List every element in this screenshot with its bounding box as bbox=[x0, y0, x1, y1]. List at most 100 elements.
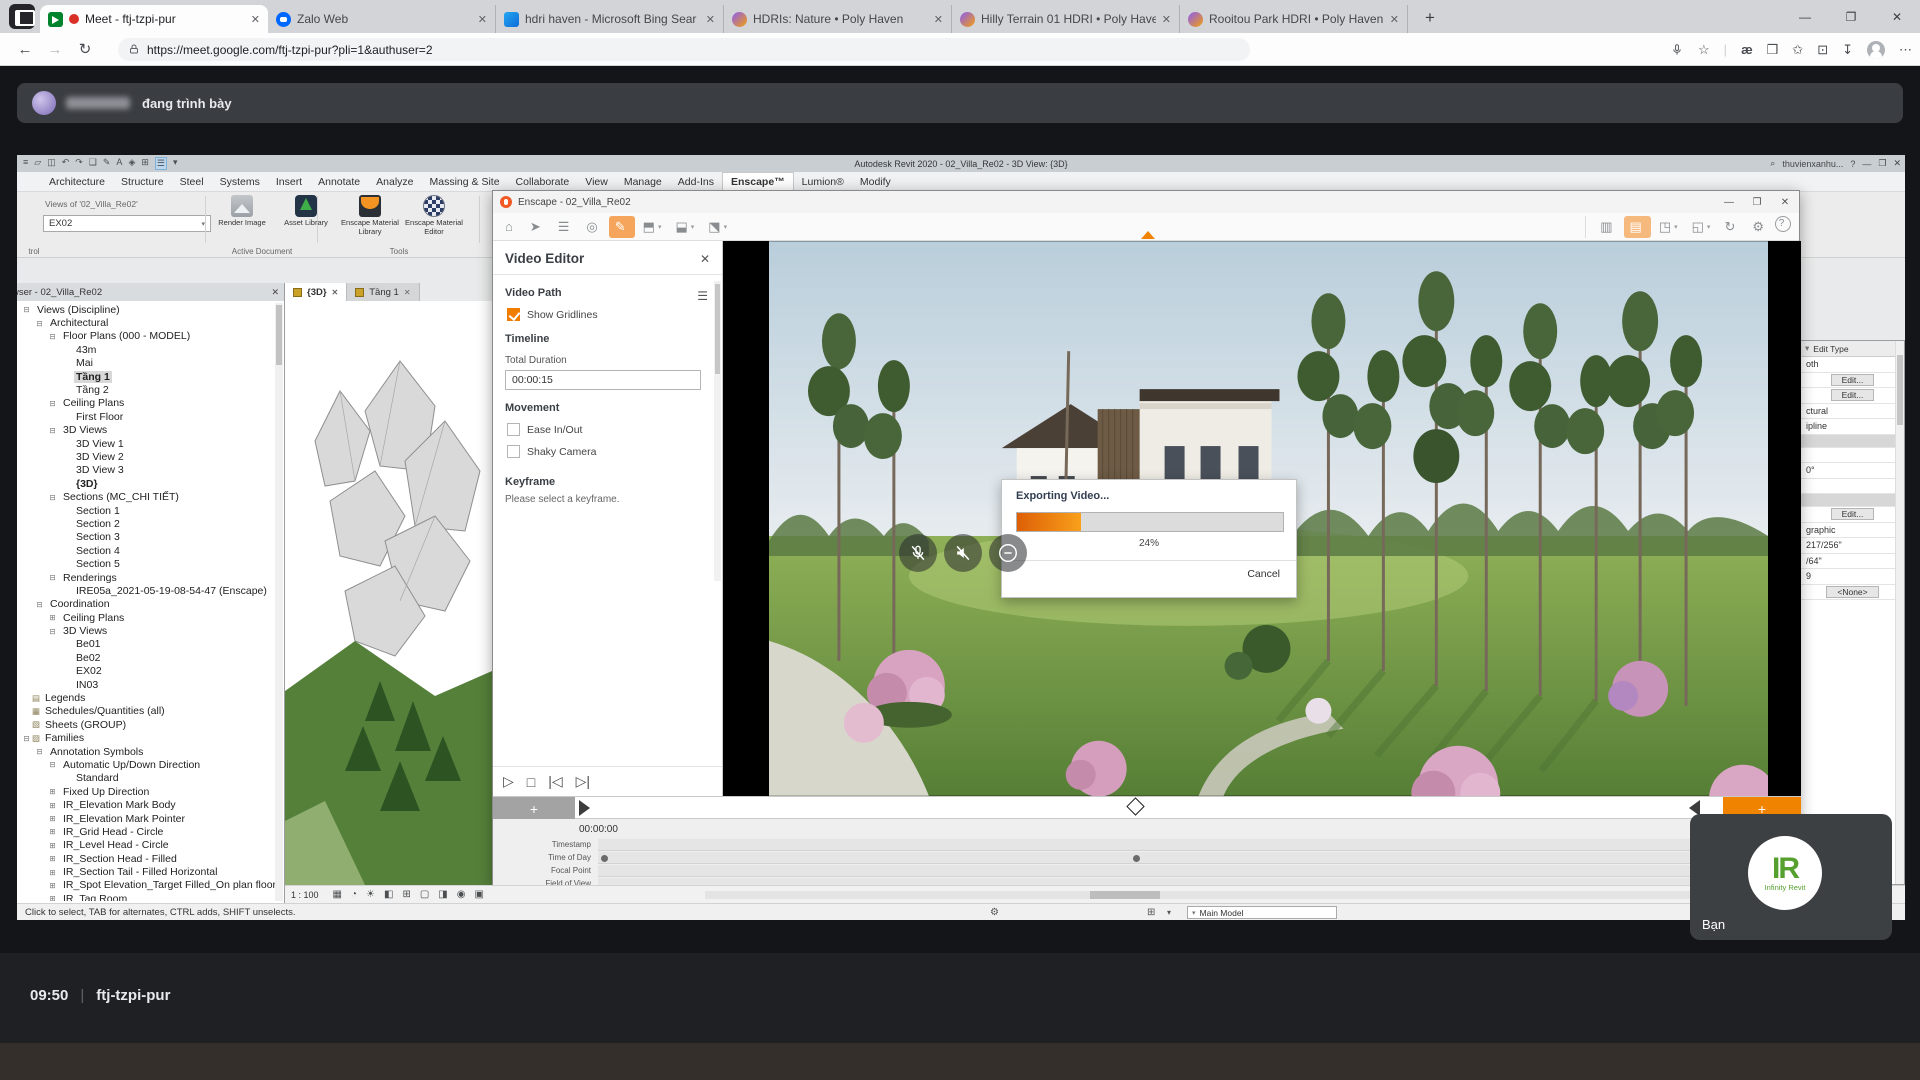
revit-minimize-icon[interactable]: — bbox=[1862, 159, 1871, 169]
crop-region-icon[interactable]: ▢ bbox=[420, 889, 429, 900]
temporary-hide-icon[interactable]: ◨ bbox=[438, 889, 447, 900]
ribbon-button[interactable]: Enscape Material Library bbox=[340, 195, 400, 236]
skip-end-icon[interactable]: ▷| bbox=[576, 773, 590, 790]
tree-item[interactable]: ⊟ 3D Views bbox=[17, 424, 284, 437]
browser-tab[interactable]: HDRIs: Nature • Poly Haven ✕ bbox=[724, 5, 952, 33]
tree-item[interactable]: Section 5 bbox=[17, 557, 284, 570]
expand-icon[interactable]: ⊟ bbox=[34, 747, 45, 756]
tree-item[interactable]: Tầng 2 bbox=[17, 383, 284, 396]
tree-item[interactable]: IRE05a_2021-05-19-08-54-47 (Enscape) bbox=[17, 584, 284, 597]
view-tab[interactable]: {3D} ✕ bbox=[285, 283, 347, 301]
view-tab-close-icon[interactable]: ✕ bbox=[332, 288, 339, 297]
expand-icon[interactable]: ⊟ bbox=[47, 627, 58, 636]
ribbon-tab[interactable]: Enscape™ bbox=[722, 172, 794, 191]
ribbon-tab[interactable]: Structure bbox=[113, 173, 172, 191]
expand-icon[interactable]: ⊟ bbox=[47, 399, 58, 408]
minimize-overlay-button[interactable] bbox=[989, 534, 1027, 572]
atmosphere-icon[interactable]: ◳▾ bbox=[1653, 216, 1684, 238]
panorama-icon[interactable]: ⬓▾ bbox=[669, 216, 700, 238]
address-bar[interactable]: https://meet.google.com/ftj-tzpi-pur?pli… bbox=[118, 38, 1250, 61]
property-row[interactable] bbox=[1801, 494, 1904, 507]
expand-icon[interactable]: ⊞ bbox=[47, 894, 58, 901]
keyframe-dot[interactable] bbox=[601, 855, 608, 862]
ribbon-tab[interactable]: Lumion® bbox=[794, 173, 852, 191]
export-icon[interactable]: ⬔▾ bbox=[702, 216, 733, 238]
browser-menu-icon[interactable]: ⋯ bbox=[1899, 42, 1912, 58]
tree-item[interactable]: ⊟ Architectural bbox=[17, 316, 284, 329]
ribbon-tab[interactable]: Annotate bbox=[310, 173, 368, 191]
tree-item[interactable]: ▤ Legends bbox=[17, 691, 284, 704]
ribbon-tab[interactable]: Manage bbox=[616, 173, 670, 191]
focal-point-track[interactable] bbox=[598, 865, 1793, 877]
tree-item[interactable]: ▦ Schedules/Quantities (all) bbox=[17, 705, 284, 718]
cancel-button[interactable]: Cancel bbox=[1247, 568, 1280, 580]
expand-icon[interactable]: ⊞ bbox=[47, 801, 58, 810]
property-row[interactable]: Edit... bbox=[1801, 373, 1904, 389]
ribbon-tab[interactable]: Steel bbox=[172, 173, 212, 191]
window-close-button[interactable]: ✕ bbox=[1874, 0, 1920, 33]
expand-icon[interactable]: ⊞ bbox=[47, 787, 58, 796]
tree-item[interactable]: IN03 bbox=[17, 678, 284, 691]
worksets-icon[interactable]: ⚙ bbox=[990, 907, 999, 918]
tree-item[interactable]: ⊞ IR_Section Head - Filled bbox=[17, 852, 284, 865]
tree-item[interactable]: Be01 bbox=[17, 638, 284, 651]
video-editor-close-icon[interactable]: ✕ bbox=[700, 252, 710, 266]
expand-icon[interactable]: ⊟ bbox=[47, 426, 58, 435]
home-icon[interactable]: ⌂ bbox=[499, 216, 522, 238]
tree-item[interactable]: ⊟ Views (Discipline) bbox=[17, 303, 284, 316]
tree-item[interactable]: Tầng 1 bbox=[17, 370, 284, 383]
settings-gear-icon[interactable]: ⚙ bbox=[1746, 216, 1773, 238]
temporary-view-properties-icon[interactable]: ▣ bbox=[474, 889, 483, 900]
detail-level-icon[interactable]: ▦ bbox=[333, 889, 342, 900]
tree-item[interactable]: ⊞ IR_Spot Elevation_Target Filled_On pla… bbox=[17, 879, 284, 892]
ribbon-tab[interactable]: Add-Ins bbox=[670, 173, 722, 191]
property-row[interactable] bbox=[1801, 435, 1904, 448]
tree-item[interactable]: ⊟ Renderings bbox=[17, 571, 284, 584]
sun-path-icon[interactable]: ☀ bbox=[366, 889, 375, 900]
ribbon-tab[interactable]: Systems bbox=[212, 173, 268, 191]
expand-icon[interactable]: ⊞ bbox=[47, 827, 58, 836]
ribbon-button[interactable]: Render Image bbox=[212, 195, 272, 236]
tab-close-icon[interactable]: ✕ bbox=[251, 13, 260, 26]
expand-icon[interactable]: ⊟ bbox=[34, 319, 45, 328]
play-icon[interactable]: ▷ bbox=[503, 773, 514, 790]
tree-item[interactable]: ⊞ IR_Section Tail - Filled Horizontal bbox=[17, 865, 284, 878]
ribbon-tab[interactable]: Modify bbox=[852, 173, 899, 191]
visual-settings-icon[interactable]: ▤ bbox=[1624, 216, 1651, 238]
ribbon-button[interactable]: Asset Library bbox=[276, 195, 336, 236]
collections-icon[interactable]: ⊡ bbox=[1817, 42, 1828, 58]
tree-item[interactable]: First Floor bbox=[17, 410, 284, 423]
stop-icon[interactable]: □ bbox=[527, 774, 535, 790]
tree-item[interactable]: ⊟ 3D Views bbox=[17, 624, 284, 637]
tree-item[interactable]: ⊟ Coordination bbox=[17, 598, 284, 611]
property-row[interactable]: ctural bbox=[1801, 404, 1904, 420]
shaky-camera-checkbox[interactable] bbox=[507, 445, 520, 458]
enscape-minimize-icon[interactable]: — bbox=[1715, 197, 1743, 208]
voice-search-icon[interactable] bbox=[1670, 42, 1684, 58]
property-row[interactable]: oth bbox=[1801, 357, 1904, 373]
ribbon-tab[interactable]: Analyze bbox=[368, 173, 421, 191]
ribbon-tab[interactable]: Collaborate bbox=[508, 173, 578, 191]
speaker-muted-overlay-button[interactable] bbox=[944, 534, 982, 572]
timestamp-track[interactable] bbox=[598, 839, 1793, 851]
tree-item[interactable]: ▧ Sheets (GROUP) bbox=[17, 718, 284, 731]
expand-icon[interactable]: ⊟ bbox=[47, 493, 58, 502]
keyframe-diamond-icon[interactable] bbox=[1126, 797, 1144, 815]
tree-item[interactable]: ⊞ Fixed Up Direction bbox=[17, 785, 284, 798]
tree-item[interactable]: Section 1 bbox=[17, 504, 284, 517]
feedback-icon[interactable]: ➤ bbox=[524, 216, 550, 238]
property-row[interactable] bbox=[1801, 479, 1904, 495]
tree-item[interactable]: ⊞ IR_Elevation Mark Body bbox=[17, 798, 284, 811]
total-duration-input[interactable]: 00:00:15 bbox=[505, 370, 701, 390]
tree-item[interactable]: {3D} bbox=[17, 477, 284, 490]
video-path-menu-icon[interactable]: ☰ bbox=[697, 289, 708, 303]
ribbon-button[interactable]: Enscape Material Editor bbox=[404, 195, 464, 236]
expand-icon[interactable]: ⊞ bbox=[47, 613, 58, 622]
view-scale-button[interactable]: 1 : 100 bbox=[291, 890, 319, 900]
expand-icon[interactable]: ⊟ bbox=[34, 600, 45, 609]
tree-item[interactable]: ⊞ IR_Grid Head - Circle bbox=[17, 825, 284, 838]
tab-close-icon[interactable]: ✕ bbox=[1390, 13, 1399, 26]
tab-close-icon[interactable]: ✕ bbox=[1162, 13, 1171, 26]
tree-item[interactable]: ⊞ IR_Elevation Mark Pointer bbox=[17, 812, 284, 825]
self-video-tile[interactable]: IR Infinity Revit Bạn bbox=[1690, 814, 1892, 940]
